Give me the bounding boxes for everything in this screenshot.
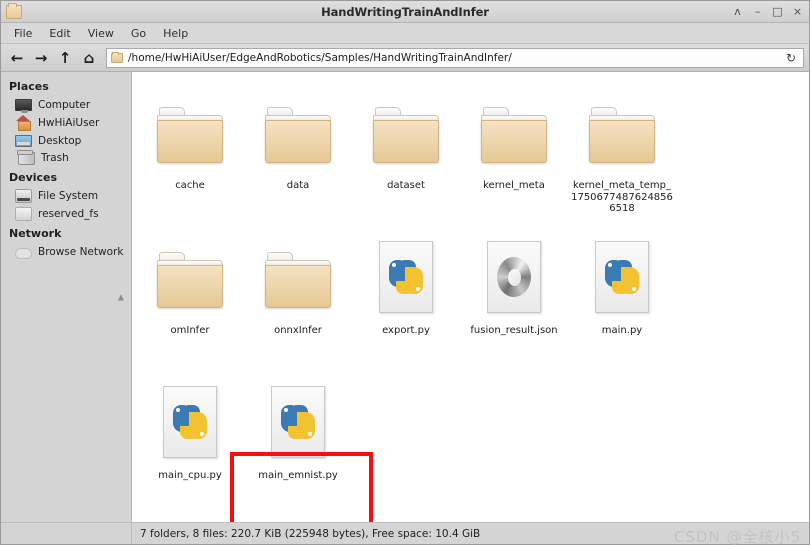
python-file-icon	[153, 376, 227, 468]
reload-icon[interactable]: ↻	[783, 51, 799, 65]
eject-icon[interactable]: ▲	[118, 293, 124, 302]
file-label: main_emnist.py	[258, 470, 338, 481]
folder-icon	[261, 231, 335, 323]
file-label: fusion_result.json	[470, 325, 558, 336]
status-bar: 7 folders, 8 files: 220.7 KiB (225948 by…	[1, 522, 809, 545]
sidebar-item-label: Trash	[41, 152, 69, 164]
back-icon[interactable]: ←	[6, 47, 28, 69]
sidebar-item-computer[interactable]: Computer	[1, 96, 131, 113]
status-spacer	[1, 523, 132, 544]
home-icon	[15, 115, 32, 131]
file-label: data	[286, 180, 310, 191]
sidebar-item-label: Desktop	[38, 134, 82, 147]
folder-icon	[585, 86, 659, 178]
menu-item-file[interactable]: File	[7, 25, 39, 42]
file-item[interactable]: requirements.txt	[352, 507, 460, 522]
sidebar-item-reserved-fs[interactable]: reserved_fs ▲	[1, 205, 131, 302]
file-label: onnxInfer	[274, 325, 322, 336]
sidebar-item-hwhiaiuser[interactable]: HwHiAiUser	[1, 113, 131, 132]
file-label: dataset	[387, 180, 425, 191]
folder-icon	[111, 51, 123, 63]
archive-file-icon: zip	[153, 515, 227, 522]
file-item-selected[interactable]: zip mnist.pt	[136, 507, 244, 522]
file-item[interactable]: fusion_result.json	[460, 223, 568, 368]
sidebar-heading-places: Places	[9, 80, 49, 93]
path-input[interactable]: /home/HwHiAiUser/EdgeAndRobotics/Samples…	[106, 47, 804, 68]
file-item[interactable]: omInfer	[136, 223, 244, 368]
sidebar-item-label: Browse Network	[38, 246, 124, 258]
file-item[interactable]: kernel_meta_temp_17506774876248566518	[568, 78, 676, 223]
file-label: kernel_meta	[483, 180, 545, 191]
trash-icon	[17, 150, 35, 165]
window-body: Places Computer HwHiAiUser Desktop Trash…	[1, 72, 809, 522]
sidebar-item-browse-network[interactable]: Browse Network	[1, 243, 131, 261]
sidebar-item-label: HwHiAiUser	[38, 116, 100, 129]
menu-item-view[interactable]: View	[81, 25, 121, 42]
file-item[interactable]: export.py	[352, 223, 460, 368]
navigation-toolbar: ← → ↑ ⌂ /home/HwHiAiUser/EdgeAndRobotics…	[1, 44, 809, 72]
file-label: main_cpu.py	[158, 470, 222, 481]
file-item[interactable]: kernel_meta	[460, 78, 568, 223]
file-item[interactable]: dataset	[352, 78, 460, 223]
sidebar-item-label: reserved_fs	[38, 208, 99, 220]
file-label: omInfer	[170, 325, 210, 336]
maximize-button[interactable]: □	[772, 6, 783, 17]
file-label: export.py	[382, 325, 430, 336]
file-item[interactable]: M ↓ README.md	[244, 507, 352, 522]
file-item[interactable]: main_cpu.py	[136, 368, 244, 513]
menu-bar: File Edit View Go Help	[1, 23, 809, 44]
file-item[interactable]: main_emnist.py	[244, 368, 352, 513]
menu-item-edit[interactable]: Edit	[42, 25, 77, 42]
path-text: /home/HwHiAiUser/EdgeAndRobotics/Samples…	[128, 51, 512, 64]
sidebar-item-trash[interactable]: Trash	[1, 149, 131, 167]
watermark: CSDN @全核小5	[673, 528, 801, 545]
forward-icon[interactable]: →	[30, 47, 52, 69]
file-list-view[interactable]: cache data dataset kernel_meta kernel_me…	[132, 72, 809, 522]
file-label: kernel_meta_temp_17506774876248566518	[571, 180, 673, 214]
python-file-icon	[369, 231, 443, 323]
folder-icon	[477, 86, 551, 178]
sidebar-heading-devices: Devices	[9, 171, 58, 184]
file-label: main.py	[601, 325, 643, 336]
desktop-icon	[15, 135, 32, 147]
json-file-icon	[477, 231, 551, 323]
folder-icon	[153, 86, 227, 178]
menu-item-go[interactable]: Go	[124, 25, 153, 42]
file-item[interactable]: cache	[136, 78, 244, 223]
window-title: HandWritingTrainAndInfer	[321, 4, 489, 19]
file-item[interactable]: onnxInfer	[244, 223, 352, 368]
markdown-file-icon: M ↓	[261, 515, 335, 522]
home-icon[interactable]: ⌂	[78, 47, 100, 69]
file-item[interactable]: data	[244, 78, 352, 223]
shade-button[interactable]: ʌ	[732, 6, 743, 17]
icon-grid: cache data dataset kernel_meta kernel_me…	[132, 72, 809, 513]
folder-icon	[369, 86, 443, 178]
text-file-icon	[369, 515, 443, 522]
title-bar: HandWritingTrainAndInfer ʌ – □ ×	[1, 1, 809, 23]
sidebar-item-file-system[interactable]: File System	[1, 187, 131, 205]
status-text: 7 folders, 8 files: 220.7 KiB (225948 by…	[140, 527, 481, 540]
folder-icon	[153, 231, 227, 323]
sidebar-item-label: File System	[38, 190, 99, 202]
sidebar: Places Computer HwHiAiUser Desktop Trash…	[1, 72, 132, 522]
python-file-icon	[261, 376, 335, 468]
file-manager-window: HandWritingTrainAndInfer ʌ – □ × File Ed…	[0, 0, 810, 545]
file-item[interactable]: main.py	[568, 223, 676, 368]
sidebar-item-desktop[interactable]: Desktop	[1, 132, 131, 149]
network-icon	[15, 248, 32, 259]
sidebar-heading-network: Network	[9, 227, 62, 240]
folder-icon	[261, 86, 335, 178]
up-icon[interactable]: ↑	[54, 47, 76, 69]
window-controls: ʌ – □ ×	[732, 6, 803, 17]
drive-icon	[15, 207, 32, 221]
drive-icon	[15, 189, 32, 203]
computer-icon	[15, 99, 32, 113]
menu-item-help[interactable]: Help	[156, 25, 195, 42]
sidebar-item-label: Computer	[38, 98, 91, 111]
minimize-button[interactable]: –	[752, 6, 763, 17]
close-button[interactable]: ×	[792, 6, 803, 17]
python-file-icon	[585, 231, 659, 323]
file-label: cache	[175, 180, 205, 191]
icon-grid-row: zip mnist.pt M ↓ README.md	[132, 507, 809, 522]
